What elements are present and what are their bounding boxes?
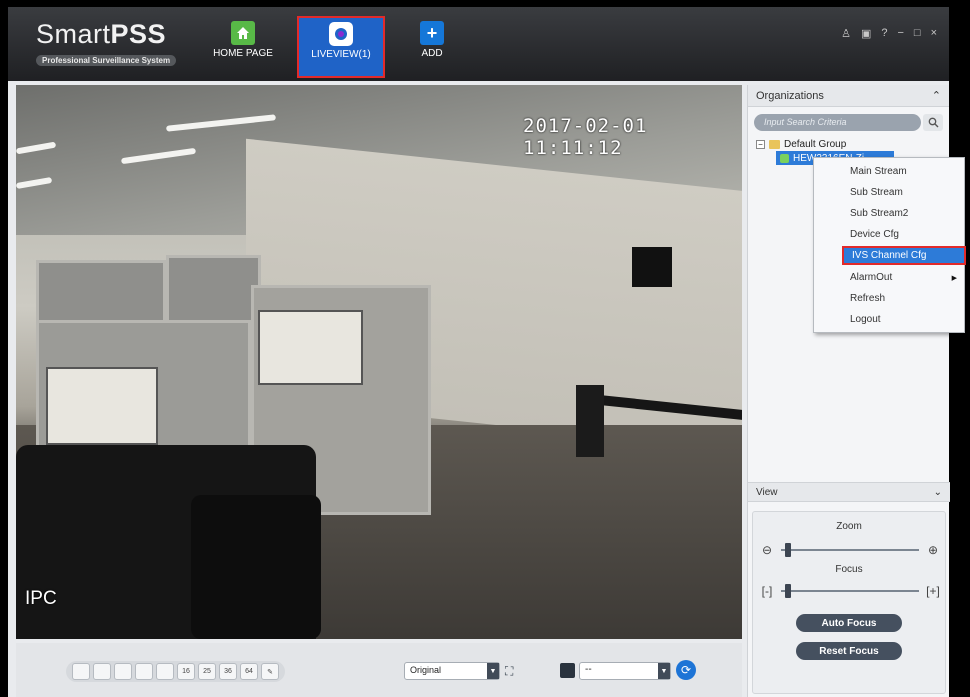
- close-icon[interactable]: ×: [931, 27, 937, 40]
- focus-label: Focus: [835, 564, 863, 575]
- zoom-slider-thumb[interactable]: [785, 543, 791, 557]
- test-chart-board: [46, 367, 158, 445]
- scene-monitor: [632, 247, 672, 287]
- video-timestamp: 2017-02-01 11:11:12: [523, 115, 648, 159]
- menu-item-ivs-channel-cfg[interactable]: IVS Channel Cfg: [842, 246, 966, 265]
- cubicle-wall: [166, 255, 261, 325]
- layout-buttons: 16 25 36 64 ✎: [66, 661, 285, 682]
- menu-item-device-cfg[interactable]: Device Cfg: [814, 225, 964, 244]
- auto-focus-button[interactable]: Auto Focus: [796, 614, 902, 632]
- layout-64-button[interactable]: 64: [240, 663, 258, 680]
- view-title: View: [756, 486, 778, 498]
- focus-far-icon[interactable]: [+]: [925, 584, 941, 598]
- focus-near-icon[interactable]: [-]: [759, 584, 775, 598]
- chevron-down-icon[interactable]: ⌄: [934, 487, 942, 498]
- menu-item-logout[interactable]: Logout: [814, 310, 964, 329]
- device-search: Input Search Criteria: [754, 114, 943, 131]
- zoom-slider-row: ⊖ ⊕: [759, 542, 941, 558]
- lock-icon[interactable]: ▣: [861, 27, 871, 40]
- alarmout-label: AlarmOut: [850, 272, 893, 283]
- minimize-icon[interactable]: −: [897, 27, 903, 40]
- plus-icon: +: [420, 21, 444, 45]
- aspect-ratio-select[interactable]: Original ▼: [404, 662, 500, 680]
- tab-home-page[interactable]: HOME PAGE: [208, 17, 278, 75]
- dropdown-arrow-icon: ▼: [658, 663, 670, 679]
- organizations-title: Organizations: [756, 89, 824, 102]
- zoom-label: Zoom: [836, 521, 862, 532]
- zoom-slider[interactable]: [781, 543, 919, 557]
- dropdown-arrow-icon: ▼: [487, 663, 499, 679]
- channel-label: IPC: [25, 588, 57, 609]
- app-subtitle: Professional Surveillance System: [36, 55, 177, 66]
- live-video-view[interactable]: 2017-02-01 11:11:12 IPC: [16, 85, 742, 639]
- tab-home-label: HOME PAGE: [213, 48, 273, 59]
- scene-sofa-arm: [191, 495, 321, 639]
- device-icon: [780, 153, 789, 163]
- folder-icon: [769, 139, 780, 149]
- menu-item-sub-stream[interactable]: Sub Stream: [814, 183, 964, 202]
- camera-icon: [329, 22, 353, 46]
- device-context-menu: Main Stream Sub Stream Sub Stream2 Devic…: [813, 157, 966, 333]
- focus-slider-thumb[interactable]: [785, 584, 791, 598]
- fullscreen-icon[interactable]: ⛶: [505, 664, 513, 679]
- tree-group-row[interactable]: − Default Group: [756, 137, 949, 151]
- view-header[interactable]: View ⌄: [748, 482, 950, 502]
- test-chart-board: [258, 310, 363, 385]
- app-logo: SmartPSS Professional Surveillance Syste…: [36, 19, 177, 68]
- chevron-up-icon[interactable]: ⌃: [932, 89, 941, 102]
- custom-layout-icon[interactable]: ✎: [261, 663, 279, 680]
- layout-1-button[interactable]: [72, 663, 90, 680]
- home-icon: [231, 21, 255, 45]
- menu-item-refresh[interactable]: Refresh: [814, 289, 964, 308]
- group-label: Default Group: [784, 138, 847, 150]
- layout-4-button[interactable]: [135, 663, 153, 680]
- save-icon[interactable]: [560, 663, 575, 678]
- layout-9-button[interactable]: [156, 663, 174, 680]
- view-select-value: --: [585, 664, 592, 675]
- focus-slider-row: [-] [+]: [759, 583, 941, 599]
- aspect-ratio-value: Original: [410, 665, 442, 675]
- app-title: SmartPSS: [36, 19, 167, 49]
- submenu-arrow-icon: ▶: [951, 274, 957, 282]
- menu-item-alarmout[interactable]: AlarmOut ▶: [814, 268, 964, 287]
- menu-item-main-stream[interactable]: Main Stream: [814, 162, 964, 181]
- zoom-out-icon[interactable]: ⊖: [759, 543, 775, 557]
- ptz-control: Zoom ⊖ ⊕ Focus [-] [+] Auto Focus Reset …: [752, 511, 946, 694]
- collapse-icon[interactable]: −: [756, 139, 765, 149]
- organizations-header[interactable]: Organizations ⌃: [748, 85, 949, 107]
- menu-item-sub-stream2[interactable]: Sub Stream2: [814, 204, 964, 223]
- top-bar: SmartPSS Professional Surveillance Syste…: [8, 7, 949, 81]
- layout-2-button[interactable]: [93, 663, 111, 680]
- reset-focus-button[interactable]: Reset Focus: [796, 642, 902, 660]
- user-icon[interactable]: ♙: [841, 27, 851, 40]
- tab-add-label: ADD: [421, 48, 443, 59]
- layout-16-button[interactable]: 16: [177, 663, 195, 680]
- help-icon[interactable]: ?: [881, 27, 887, 40]
- focus-slider[interactable]: [781, 584, 919, 598]
- bottom-toolbar: 16 25 36 64 ✎ Original ▼ ⛶ -- ▼ ⟳: [16, 643, 742, 697]
- layout-3-button[interactable]: [114, 663, 132, 680]
- layout-25-button[interactable]: 25: [198, 663, 216, 680]
- maximize-icon[interactable]: □: [914, 27, 921, 40]
- search-icon[interactable]: [923, 114, 943, 131]
- tab-add[interactable]: + ADD: [412, 17, 452, 75]
- smartpss-window: SmartPSS Professional Surveillance Syste…: [8, 7, 950, 697]
- tab-liveview[interactable]: LIVEVIEW(1): [297, 16, 385, 78]
- zoom-in-icon[interactable]: ⊕: [925, 543, 941, 557]
- scene-pc-tower: [576, 385, 604, 457]
- tab-liveview-label: LIVEVIEW(1): [311, 49, 371, 60]
- layout-36-button[interactable]: 36: [219, 663, 237, 680]
- window-controls: ♙ ▣ ? − □ ×: [841, 27, 937, 40]
- view-select[interactable]: -- ▼: [579, 662, 671, 680]
- refresh-icon[interactable]: ⟳: [676, 660, 696, 680]
- search-input[interactable]: Input Search Criteria: [754, 114, 921, 131]
